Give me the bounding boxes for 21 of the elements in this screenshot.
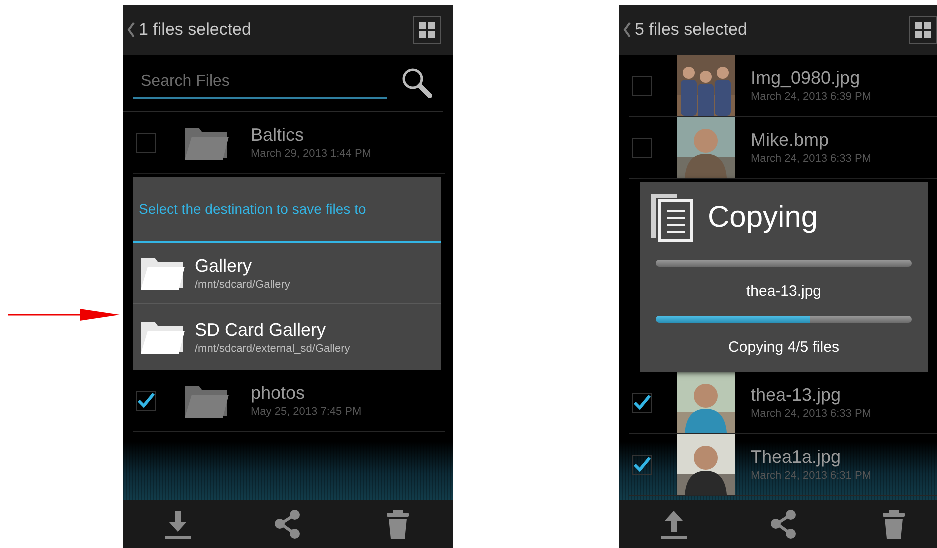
progress-text: Copying 4/5 files — [728, 338, 840, 358]
header-title: 1 files selected — [139, 20, 252, 40]
progress-text: thea-13.jpg — [745, 282, 823, 302]
file-date: March 24, 2013 6:39 PM — [751, 91, 872, 103]
file-name: photos — [251, 383, 306, 404]
file-name: Baltics — [251, 125, 306, 146]
file-name: Thea1a.jpg — [751, 447, 842, 468]
search-field[interactable]: Search Files — [133, 67, 387, 99]
destination-item[interactable]: Gallery /mnt/sdcard/Gallery — [133, 243, 441, 304]
file-date: March 24, 2013 6:31 PM — [751, 470, 872, 482]
file-date: May 25, 2013 7:45 PM — [251, 406, 362, 418]
file-date: March 24, 2013 6:33 PM — [751, 408, 872, 420]
file-name: thea-13.jpg — [751, 385, 842, 406]
dialog-title: Copying — [708, 201, 818, 235]
header-title: 5 files selected — [635, 20, 748, 40]
file-name: Mike.bmp — [751, 130, 830, 151]
file-name: Img_0980.jpg — [751, 68, 862, 89]
file-date: March 24, 2013 6:33 PM — [751, 153, 872, 165]
dialog-title: Select the destination to save files to — [133, 177, 441, 243]
file-date: March 29, 2013 1:44 PM — [251, 148, 372, 160]
destination-item[interactable]: SD Card Gallery /mnt/sdcard/external_sd/Gallery — [133, 304, 441, 370]
